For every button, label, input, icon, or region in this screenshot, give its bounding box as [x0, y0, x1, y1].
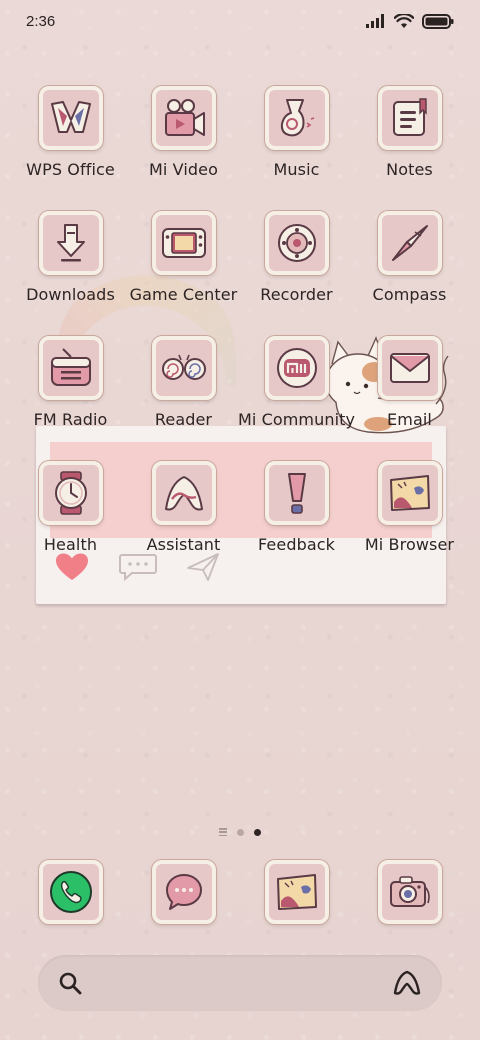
downloads-icon	[56, 224, 85, 262]
app-label: FM Radio	[33, 410, 108, 429]
search-bar[interactable]	[38, 955, 442, 1011]
app-mi-browser[interactable]: Mi Browser	[353, 461, 466, 571]
email-icon	[389, 353, 430, 383]
feed-page-icon[interactable]	[219, 828, 227, 836]
app-game-center[interactable]: Game Center	[127, 211, 240, 321]
app-label: Game Center	[129, 285, 238, 304]
app-label: Mi Video	[149, 160, 218, 179]
status-time: 2:36	[26, 12, 56, 30]
page-dot[interactable]	[237, 828, 244, 836]
fm-radio-icon	[50, 348, 91, 386]
wps-office-icon	[50, 101, 91, 133]
app-notes[interactable]: Notes	[353, 86, 466, 196]
compass-icon	[391, 225, 428, 261]
messages-icon	[165, 874, 202, 910]
mi-video-icon	[164, 99, 205, 136]
app-label: Mi Community	[237, 410, 356, 429]
app-label: Assistant	[146, 535, 221, 554]
app-feedback[interactable]: Feedback	[240, 461, 353, 571]
app-email[interactable]: Email	[353, 336, 466, 446]
battery-icon	[422, 13, 454, 29]
reader-icon	[161, 354, 206, 380]
app-label: Mi Browser	[364, 535, 455, 554]
app-label: Recorder	[260, 285, 333, 304]
app-label: Feedback	[258, 535, 335, 554]
search-input[interactable]	[94, 967, 398, 1001]
status-icons	[366, 13, 454, 29]
app-assistant[interactable]: Assistant	[127, 461, 240, 571]
dock-gallery[interactable]	[240, 860, 353, 930]
phone-icon	[49, 871, 92, 913]
app-label: Compass	[372, 285, 447, 304]
app-fm-radio[interactable]: FM Radio	[14, 336, 127, 446]
page-indicator[interactable]	[0, 828, 480, 836]
app-recorder[interactable]: Recorder	[240, 211, 353, 321]
page-dot-active[interactable]	[254, 828, 261, 836]
notes-icon	[392, 98, 427, 136]
app-music[interactable]: Music	[240, 86, 353, 196]
app-label: Music	[273, 160, 320, 179]
recorder-icon	[277, 224, 316, 262]
camera-icon	[389, 876, 430, 907]
mi-community-icon	[276, 348, 317, 388]
feedback-icon	[287, 473, 306, 514]
app-wps-office[interactable]: WPS Office	[14, 86, 127, 196]
app-reader[interactable]: Reader	[127, 336, 240, 446]
app-downloads[interactable]: Downloads	[14, 211, 127, 321]
dock-messages[interactable]	[127, 860, 240, 930]
wifi-icon	[394, 13, 414, 28]
game-center-icon	[161, 228, 206, 258]
ai-assistant-icon[interactable]	[392, 969, 422, 997]
app-label: Email	[387, 410, 432, 429]
app-label: Notes	[386, 160, 433, 179]
search-icon[interactable]	[58, 971, 82, 995]
music-icon	[280, 99, 314, 137]
dock-phone[interactable]	[14, 860, 127, 930]
mi-browser-icon	[389, 475, 430, 511]
app-label: Health	[43, 535, 98, 554]
app-mi-video[interactable]: Mi Video	[127, 86, 240, 196]
health-icon	[54, 471, 87, 515]
app-label: WPS Office	[26, 160, 115, 179]
gallery-icon	[276, 874, 317, 910]
app-compass[interactable]: Compass	[353, 211, 466, 321]
app-health[interactable]: Health	[14, 461, 127, 571]
dock-camera[interactable]	[353, 860, 466, 930]
app-label: Reader	[154, 410, 213, 429]
app-mi-community[interactable]: Mi Community	[237, 336, 356, 446]
app-label: Downloads	[26, 285, 115, 304]
signal-icon	[366, 14, 384, 28]
assistant-icon	[164, 476, 203, 511]
status-bar: 2:36	[0, 0, 480, 42]
